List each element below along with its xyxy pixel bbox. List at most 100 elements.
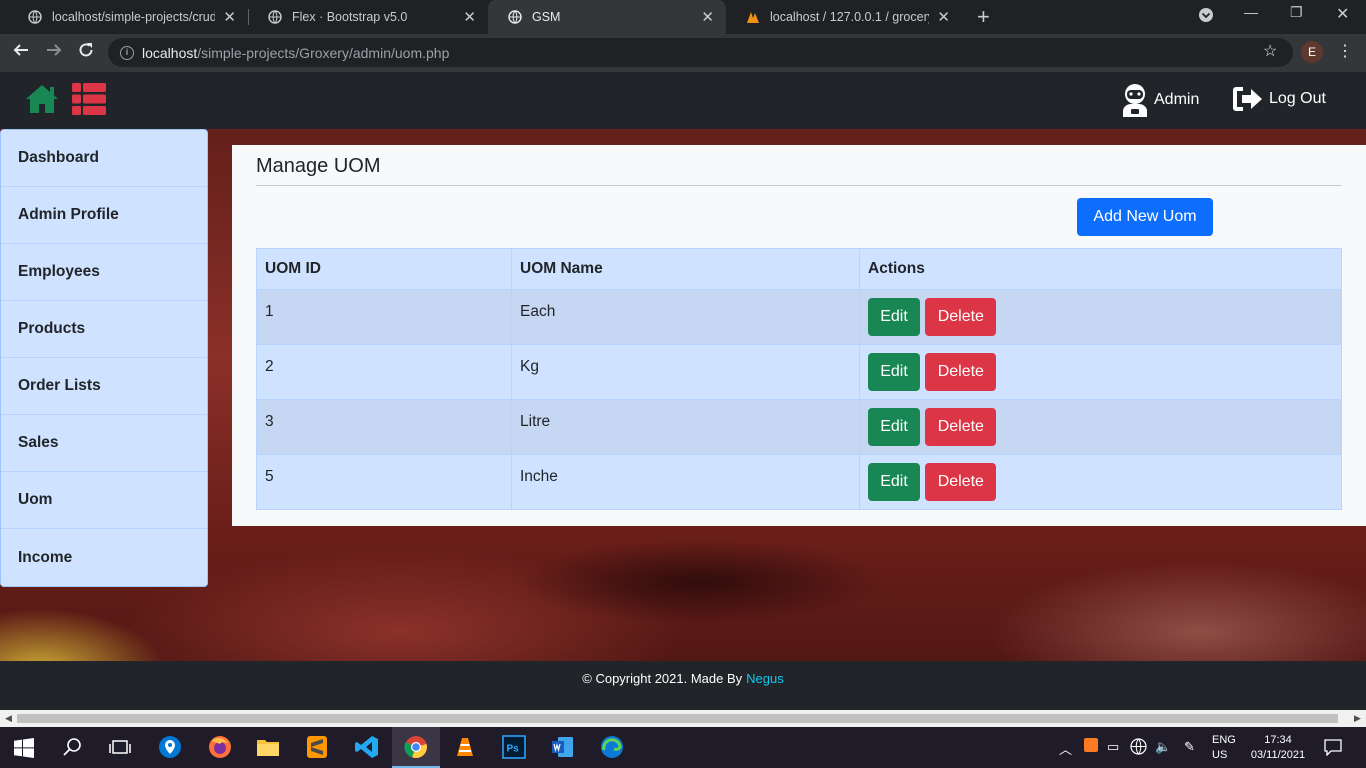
edge-icon[interactable] [600,735,624,759]
language-code: ENG [1212,734,1236,746]
manage-uom-panel: Manage UOM Add New Uom UOM ID UOM Name A… [232,145,1366,526]
vlc-icon[interactable] [453,735,477,759]
close-icon[interactable]: ✕ [937,8,950,26]
horizontal-scrollbar[interactable]: ◀ ▶ [0,710,1366,727]
system-clock[interactable]: 17:34 03/11/2021 [1248,733,1308,763]
delete-button[interactable]: Delete [925,353,997,391]
sidebar-item-dashboard[interactable]: Dashboard [1,130,207,187]
sublime-text-icon[interactable] [305,735,329,759]
maximize-icon[interactable]: ❐ [1290,4,1303,21]
profile-avatar[interactable]: E [1301,41,1323,63]
actions-cell: Edit Delete [859,289,1342,345]
uom-name-cell: Inche [511,454,860,510]
table-row: 2 Kg Edit Delete [256,344,1342,400]
forward-icon[interactable] [46,42,62,63]
sign-out-icon [1233,87,1262,111]
address-bar[interactable]: i localhost/simple-projects/Groxery/admi… [108,38,1293,67]
logout-link[interactable]: Log Out [1231,85,1326,113]
browser-tab-strip: localhost/simple-projects/crud-u ✕ Flex … [0,0,1366,34]
admin-link[interactable]: Admin [1120,83,1199,117]
sidebar-item-uom[interactable]: Uom [1,472,207,529]
close-icon[interactable]: ✕ [463,8,476,26]
uom-id-cell: 5 [256,454,512,510]
notifications-icon[interactable] [1324,739,1342,756]
close-icon[interactable]: ✕ [223,8,236,26]
edit-button[interactable]: Edit [868,408,920,446]
table-row: 1 Each Edit Delete [256,289,1342,345]
show-hidden-icons-icon[interactable]: ︿ [1059,739,1072,758]
browser-toolbar: i localhost/simple-projects/Groxery/admi… [0,34,1366,72]
pen-workspace-icon[interactable]: ✎ [1184,739,1195,755]
user-astronaut-icon [1123,84,1147,117]
top-navbar: Admin Log Out [0,72,1366,129]
column-header-actions: Actions [859,248,1342,290]
delete-button[interactable]: Delete [925,408,997,446]
title-divider [256,185,1342,186]
sidebar-item-sales[interactable]: Sales [1,415,207,472]
scroll-right-icon[interactable]: ▶ [1354,713,1361,724]
chrome-icon[interactable] [404,735,428,759]
uom-name-cell: Kg [511,344,860,400]
close-icon[interactable]: ✕ [701,8,714,26]
edit-button[interactable]: Edit [868,353,920,391]
more-options-icon[interactable]: ⋮ [1337,41,1353,61]
close-window-icon[interactable]: ✕ [1336,4,1349,24]
globe-icon [508,10,522,24]
admin-label: Admin [1154,91,1200,108]
network-globe-icon[interactable] [1130,738,1147,755]
reload-icon[interactable] [78,42,94,63]
page-title: Manage UOM [256,155,381,177]
author-link[interactable]: Negus [746,671,784,710]
uom-table: UOM ID UOM Name Actions 1 Each Edit Dele… [256,248,1342,510]
table-row: 5 Inche Edit Delete [256,454,1342,510]
browser-tab-4[interactable]: localhost / 127.0.0.1 / grocery / s ✕ [726,0,962,34]
globe-icon [28,10,42,24]
task-view-icon[interactable] [108,735,132,759]
maps-icon[interactable] [158,735,182,759]
tab-search-icon[interactable] [1198,7,1214,26]
new-tab-icon[interactable]: + [977,4,990,30]
search-icon[interactable] [61,735,85,759]
list-table-icon[interactable] [72,83,106,115]
windows-start-icon[interactable] [14,738,34,758]
add-new-uom-button[interactable]: Add New Uom [1077,198,1213,236]
column-header-uom-id: UOM ID [256,248,512,290]
edit-button[interactable]: Edit [868,463,920,501]
tab-title: localhost / 127.0.0.1 / grocery / s [770,10,929,24]
delete-button[interactable]: Delete [925,298,997,336]
edit-button[interactable]: Edit [868,298,920,336]
sidebar-item-admin-profile[interactable]: Admin Profile [1,187,207,244]
scrollbar-thumb[interactable] [17,714,1338,723]
windows-taskbar: Ps ︿ ▭ 🔈 ✎ ENG US 17:34 03/11/2021 [0,727,1366,768]
photoshop-icon[interactable]: Ps [502,735,526,759]
sidebar-item-employees[interactable]: Employees [1,244,207,301]
bookmark-star-icon[interactable]: ☆ [1263,41,1277,61]
sidebar-item-order-lists[interactable]: Order Lists [1,358,207,415]
globe-icon [268,10,282,24]
delete-button[interactable]: Delete [925,463,997,501]
site-info-icon[interactable]: i [120,45,134,60]
xampp-icon[interactable] [1084,738,1098,752]
word-icon[interactable] [551,735,575,759]
vscode-icon[interactable] [355,735,379,759]
logout-label: Log Out [1269,90,1326,107]
minimize-icon[interactable]: — [1244,4,1258,20]
scroll-left-icon[interactable]: ◀ [5,713,12,724]
browser-tab-3[interactable]: GSM ✕ [488,0,726,34]
language-indicator[interactable]: ENG US [1212,733,1236,763]
browser-tab-1[interactable]: localhost/simple-projects/crud-u ✕ [8,0,248,34]
volume-icon[interactable]: 🔈 [1155,739,1171,755]
battery-icon[interactable]: ▭ [1107,739,1119,755]
actions-cell: Edit Delete [859,399,1342,455]
sidebar-item-products[interactable]: Products [1,301,207,358]
clock-date: 03/11/2021 [1250,749,1306,761]
browser-tab-2[interactable]: Flex · Bootstrap v5.0 ✕ [248,0,488,34]
uom-name-cell: Each [511,289,860,345]
home-icon[interactable] [24,83,60,115]
url-path: /simple-projects/Groxery/admin/uom.php [197,44,450,61]
file-explorer-icon[interactable] [256,735,280,759]
firefox-icon[interactable] [208,735,232,759]
sidebar-item-income[interactable]: Income [1,529,207,586]
column-header-uom-name: UOM Name [511,248,860,290]
back-icon[interactable] [13,42,29,63]
